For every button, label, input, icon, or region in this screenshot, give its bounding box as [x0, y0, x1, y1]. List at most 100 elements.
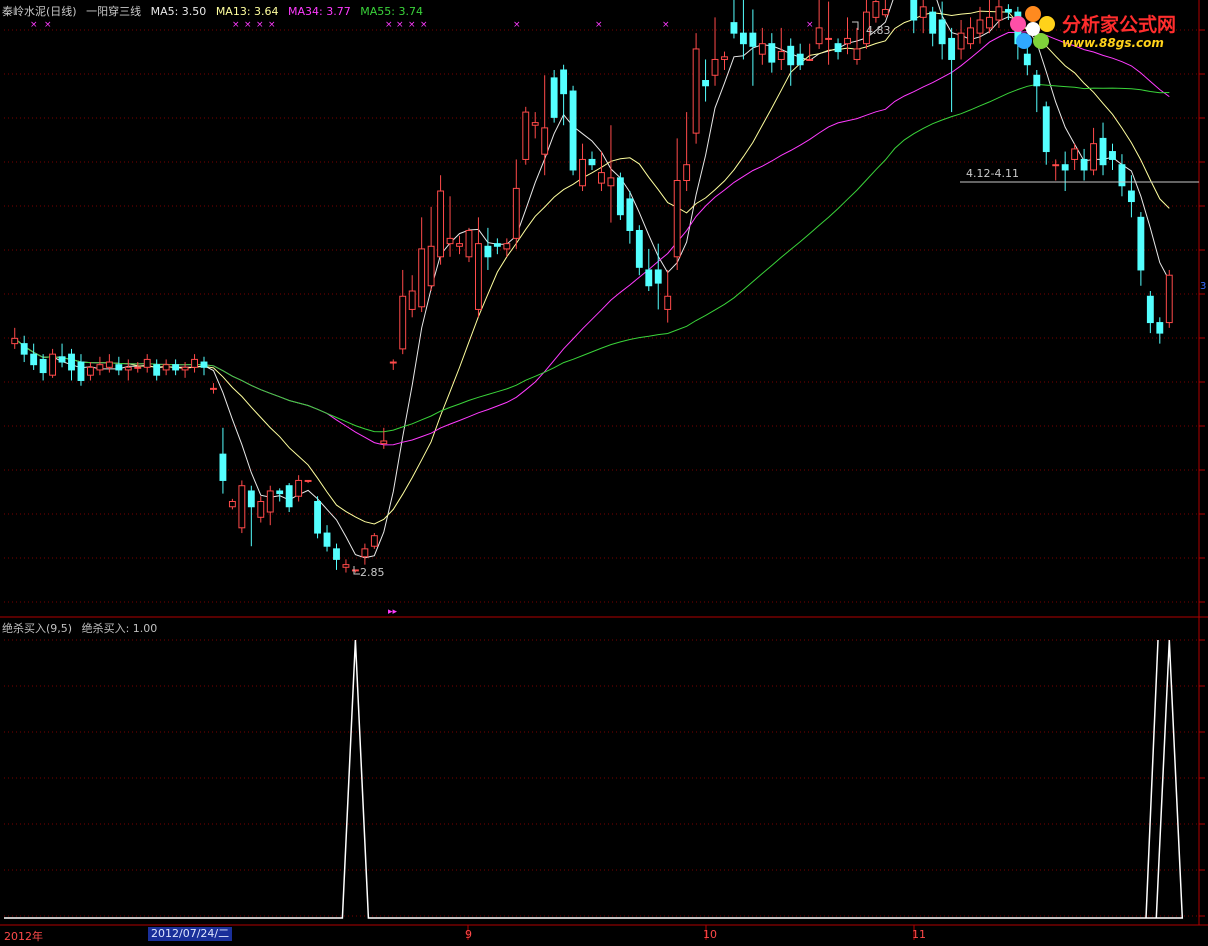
candle-body: [967, 27, 974, 45]
candle-body: [664, 295, 672, 310]
candle-body: [200, 361, 208, 368]
signal-x-marker: ×: [396, 20, 404, 30]
stock-name: 秦岭水泥(日线): [2, 5, 77, 18]
candle-body: [503, 243, 511, 250]
candle-body: [247, 490, 255, 508]
candle-body: [1165, 274, 1173, 324]
low-price-label: 2.85: [360, 566, 385, 579]
candle-body: [380, 440, 388, 445]
buy-marker: ▸▸: [388, 607, 398, 617]
candle-body: [626, 198, 634, 231]
candle-body: [995, 6, 1003, 21]
indicator-header: 绝杀买入(9,5) 绝杀买入: 1.00: [2, 620, 163, 636]
candle-body: [560, 69, 568, 95]
candle-body: [815, 27, 823, 45]
candle-body: [749, 32, 757, 47]
indicator-title: 绝杀买入(9,5): [2, 622, 73, 635]
candle-body: [588, 158, 596, 166]
candle-body: [1137, 216, 1145, 271]
candle-body: [1127, 190, 1135, 203]
candle-body: [1042, 106, 1050, 153]
candle-body: [777, 51, 785, 60]
candle-body: [929, 11, 937, 34]
candle-body: [881, 8, 889, 16]
candle-body: [730, 22, 738, 34]
candle-body: [986, 16, 993, 29]
candle-body: [1090, 143, 1097, 171]
candle-body: [1109, 151, 1116, 160]
logo-url: www.88gs.com: [1062, 36, 1164, 50]
candle-body: [304, 479, 312, 482]
candle-body: [1033, 74, 1041, 87]
month-label-9: 9: [465, 928, 472, 941]
signal-x-marker: ×: [408, 20, 416, 30]
candle-body: [11, 337, 19, 345]
candle-body: [1156, 322, 1164, 334]
candle-body: [228, 500, 236, 508]
candle-body: [115, 364, 123, 371]
candle-body: [238, 485, 246, 529]
stock-chart-svg[interactable]: × × × × × × × × × × × × × ×▸▸: [0, 0, 1208, 946]
candle-body: [276, 490, 284, 495]
candle-body: [30, 353, 38, 366]
candle-body: [87, 366, 94, 376]
candle-body: [910, 0, 918, 21]
candle-body: [370, 535, 378, 547]
chart-background: [0, 0, 1208, 946]
candle-body: [257, 500, 265, 518]
candle-body: [616, 177, 624, 216]
candle-body: [834, 43, 842, 53]
flower-logo-icon: [1010, 6, 1055, 49]
candle-body: [77, 361, 85, 381]
candle-body: [579, 158, 586, 187]
candle-body: [683, 164, 691, 181]
month-label-10: 10: [703, 928, 717, 941]
signal-x-marker: ×: [662, 20, 670, 30]
signal-x-marker: ×: [385, 20, 393, 30]
candle-body: [541, 127, 549, 155]
chart-header: 秦岭水泥(日线) 一阳穿三线 MA5: 3.50 MA13: 3.64 MA34…: [2, 3, 429, 19]
signal-x-marker: ×: [513, 20, 521, 30]
candle-body: [68, 353, 75, 371]
candle-body: [427, 245, 435, 287]
logo-title: 分析家公式网: [1062, 14, 1177, 36]
signal-x-marker: ×: [44, 20, 52, 30]
high-price-label: 4.83: [866, 24, 891, 37]
candle-body: [408, 290, 416, 310]
candle-body: [654, 269, 662, 284]
candle-body: [787, 45, 795, 66]
candle-body: [692, 48, 700, 134]
chart-window: × × × × × × × × × × × × × × ▸▸ 秦岭水泥(日线) 一阳穿三线 MA5: 3.5…: [0, 0, 1208, 946]
candle-body: [124, 366, 132, 371]
candle-body: [58, 356, 66, 363]
candle-body: [96, 364, 104, 371]
candle-body: [522, 111, 530, 160]
candle-body: [938, 19, 946, 45]
candle-body: [295, 479, 303, 497]
candle-body: [1146, 295, 1154, 324]
candle-body: [342, 564, 350, 568]
indicator-value: 绝杀买入: 1.00: [81, 622, 158, 635]
candle-body: [796, 53, 804, 66]
candle-body: [351, 569, 359, 572]
candle-body: [219, 453, 227, 481]
candle-body: [739, 32, 747, 45]
candle-body: [919, 6, 927, 18]
candle-body: [361, 548, 369, 558]
candle-body: [758, 43, 766, 55]
candle-body: [721, 56, 728, 60]
signal-x-marker: ×: [244, 20, 252, 30]
candle-body: [191, 358, 198, 368]
candle-body: [702, 80, 709, 87]
candle-body: [569, 90, 577, 171]
candle-body: [493, 243, 501, 247]
candle-body: [266, 490, 274, 513]
candle-body: [512, 187, 520, 239]
candle-body: [323, 532, 331, 547]
right-price-tag: 3: [1200, 281, 1207, 292]
candle-body: [531, 122, 539, 126]
range-price-label: 4.12-4.11: [966, 167, 1019, 180]
candle-body: [399, 295, 407, 350]
candle-body: [673, 179, 681, 258]
signal-x-marker: ×: [806, 20, 814, 30]
